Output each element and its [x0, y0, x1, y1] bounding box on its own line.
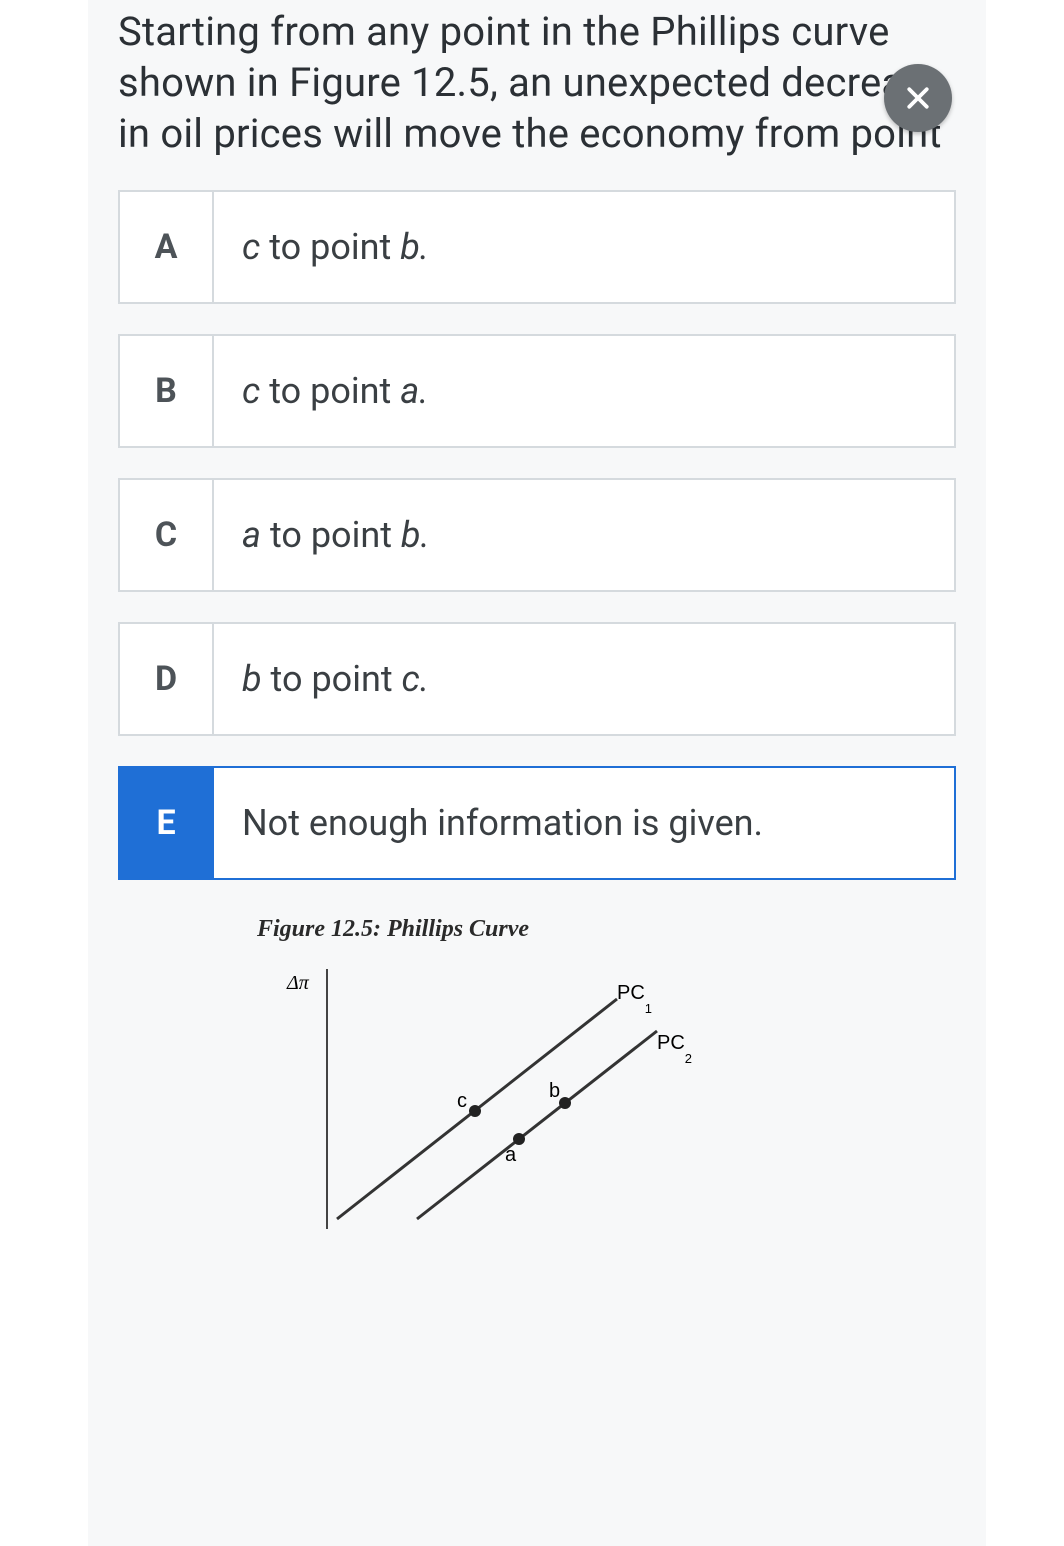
option-letter: C	[120, 480, 214, 590]
y-axis-label: Δπ	[286, 972, 310, 994]
option-text: a to point b.	[214, 480, 954, 590]
point-label-b: b	[549, 1080, 560, 1102]
option-text: c to point a.	[214, 336, 954, 446]
option-text: b to point c.	[214, 624, 954, 734]
option-A[interactable]: A c to point b.	[118, 190, 956, 304]
question-text: Starting from any point in the Phillips …	[118, 0, 956, 190]
option-letter: E	[120, 768, 214, 878]
options-list: A c to point b. B c to point a. C a to p…	[118, 190, 956, 880]
option-C[interactable]: C a to point b.	[118, 478, 956, 592]
phillips-curve-chart: Δπ PC1 PC2 c b a	[257, 959, 777, 1239]
close-icon	[903, 83, 933, 113]
page: Starting from any point in the Phillips …	[0, 0, 1064, 1546]
option-letter: B	[120, 336, 214, 446]
point-label-c: c	[457, 1090, 467, 1112]
curve-label-pc2: PC2	[657, 1032, 692, 1066]
option-letter: D	[120, 624, 214, 734]
close-button[interactable]	[884, 64, 952, 132]
option-text: c to point b.	[214, 192, 954, 302]
option-B[interactable]: B c to point a.	[118, 334, 956, 448]
figure-title: Figure 12.5: Phillips Curve	[257, 916, 817, 943]
option-letter: A	[120, 192, 214, 302]
figure: Figure 12.5: Phillips Curve Δπ PC1	[257, 916, 817, 1243]
option-D[interactable]: D b to point c.	[118, 622, 956, 736]
point-label-a: a	[505, 1144, 517, 1166]
option-text: Not enough information is given.	[214, 768, 954, 878]
quiz-card: Starting from any point in the Phillips …	[88, 0, 986, 1546]
curve-label-pc1: PC1	[617, 982, 652, 1016]
option-E[interactable]: E Not enough information is given.	[118, 766, 956, 880]
